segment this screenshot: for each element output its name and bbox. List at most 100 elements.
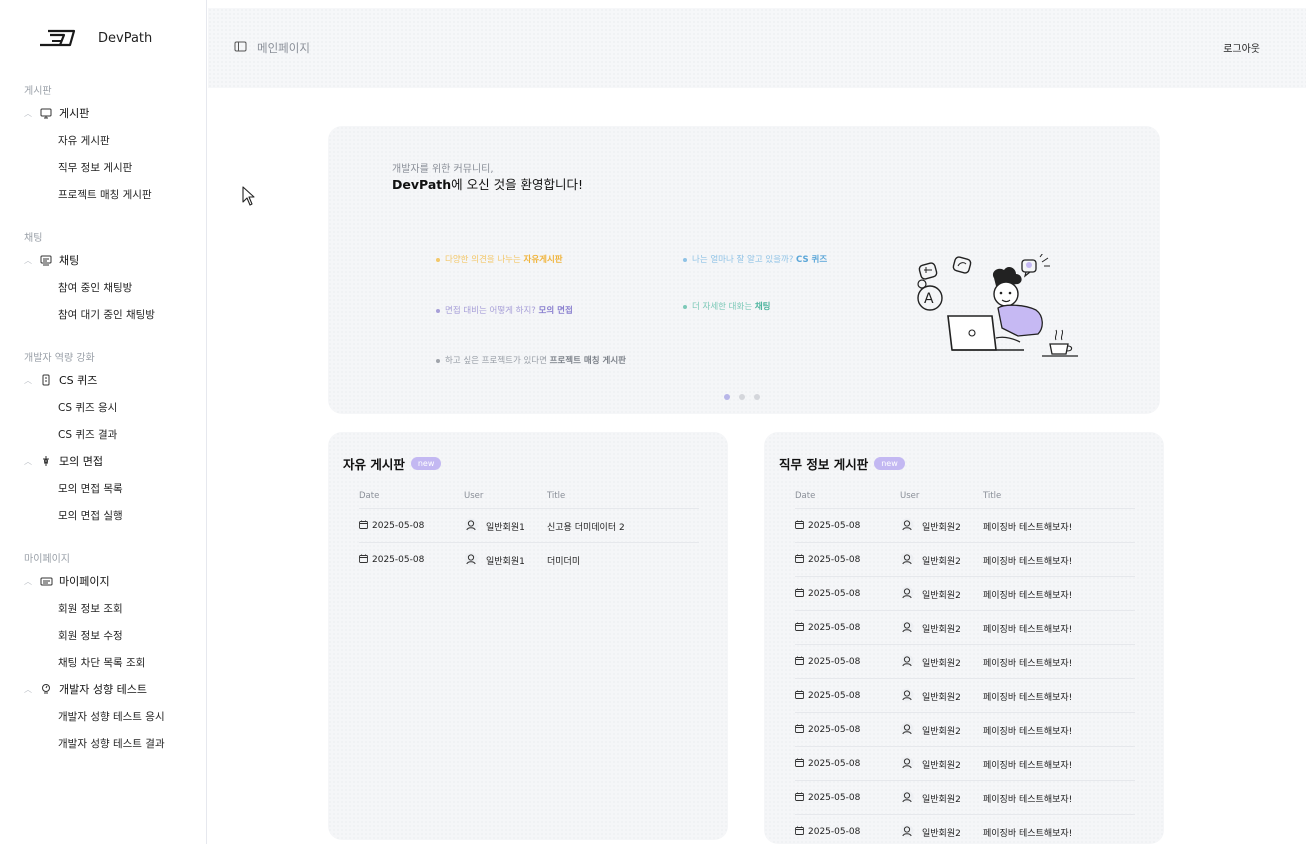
table-row[interactable]: 2025-05-08 일반회원2 페이징바 테스트해보자! <box>795 814 1135 844</box>
row-user: 일반회원2 <box>900 824 961 841</box>
sidebar-item-mock-interview[interactable]: ︿ 모의 면접 <box>24 453 103 469</box>
test-icon <box>40 683 58 695</box>
row-title: 페이징바 테스트해보자! <box>983 656 1072 669</box>
sidebar-item-job-board[interactable]: 직무 정보 게시판 <box>58 160 132 175</box>
profile-card-icon <box>40 576 58 587</box>
hero-link-interview[interactable]: 면접 대비는 어떻게 하지? 모의 면접 <box>436 304 573 316</box>
chevron-up-icon: ︿ <box>24 255 32 265</box>
carousel-dot[interactable] <box>739 394 745 400</box>
hero-link-cs-quiz[interactable]: 나는 얼마나 잘 알고 있을까? CS 퀴즈 <box>683 253 827 265</box>
table-row[interactable]: 2025-05-08 일반회원2 페이징바 테스트해보자! <box>795 576 1135 610</box>
sidebar-item-member-edit[interactable]: 회원 정보 수정 <box>58 628 123 643</box>
row-title-text: 페이징바 테스트해보자! <box>983 625 1073 635</box>
sidebar-item-dev-test-result[interactable]: 개발자 성향 테스트 결과 <box>58 736 165 751</box>
row-title-text: 페이징바 테스트해보자! <box>983 727 1073 737</box>
sidebar-item-dev-test-take[interactable]: 개발자 성향 테스트 응시 <box>58 709 165 724</box>
sidebar-item-mypage[interactable]: ︿ 마이페이지 <box>24 573 110 589</box>
sidebar-item-label: 마이페이지 <box>59 575 110 588</box>
carousel-indicator <box>724 394 760 400</box>
bullet-dot <box>436 257 440 262</box>
sidebar-item-board[interactable]: ︿ 게시판 <box>24 105 89 121</box>
page-title: 메인페이지 <box>234 40 310 56</box>
row-user: 일반회원2 <box>900 722 961 739</box>
chevron-up-icon: ︿ <box>24 684 32 694</box>
sidebar-item-interview-list[interactable]: 모의 면접 목록 <box>58 481 123 496</box>
developer-illustration: A <box>912 252 1082 370</box>
row-user: 일반회원2 <box>900 654 961 671</box>
bullet-dot <box>436 358 440 363</box>
table-row[interactable]: 2025-05-08 일반회원1 신고용 더미데이터 2 <box>359 508 699 542</box>
carousel-dot[interactable] <box>754 394 760 400</box>
sidebar-item-chat[interactable]: ︿ 채팅 <box>24 252 79 268</box>
hero-banner: 개발자를 위한 커뮤니티, DevPath에 오신 것을 환영합니다! 다양한 … <box>328 126 1160 414</box>
calendar-icon <box>795 758 804 770</box>
user-avatar-icon <box>464 552 478 569</box>
row-date-text: 2025-05-08 <box>808 691 861 701</box>
carousel-dot[interactable] <box>724 394 730 400</box>
row-user: 일반회원2 <box>900 756 961 773</box>
hero-link-highlight: CS 퀴즈 <box>796 255 828 265</box>
hero-link-project[interactable]: 하고 싶은 프로젝트가 있다면 프로젝트 매칭 게시판 <box>436 354 626 366</box>
logout-button[interactable]: 로그아웃 <box>1223 40 1260 55</box>
brand[interactable]: DevPath <box>38 28 152 48</box>
sidebar-item-label: 채팅 <box>59 254 80 267</box>
table-row[interactable]: 2025-05-08 일반회원2 페이징바 테스트해보자! <box>795 712 1135 746</box>
sidebar-item-pending-chats[interactable]: 참여 대기 중인 채팅방 <box>58 307 155 322</box>
column-date: Date <box>795 491 816 501</box>
table-row[interactable]: 2025-05-08 일반회원2 페이징바 테스트해보자! <box>795 678 1135 712</box>
hero-title-rest: 에 오신 것을 환영합니다! <box>451 177 584 192</box>
row-user: 일반회원2 <box>900 586 961 603</box>
row-date-text: 2025-05-08 <box>808 725 861 735</box>
calendar-icon <box>795 792 804 804</box>
sidebar-item-interview-run[interactable]: 모의 면접 실행 <box>58 508 123 523</box>
sidebar-item-chat-block-list[interactable]: 채팅 차단 목록 조회 <box>58 655 145 670</box>
table-row[interactable]: 2025-05-08 일반회원2 페이징바 테스트해보자! <box>795 746 1135 780</box>
hero-link-chat[interactable]: 더 자세한 대화는 채팅 <box>683 300 771 312</box>
row-date: 2025-05-08 <box>795 758 860 770</box>
hero-link-highlight: 프로젝트 매칭 게시판 <box>549 356 626 366</box>
row-user-text: 일반회원2 <box>922 557 961 567</box>
row-user-text: 일반회원2 <box>922 761 961 771</box>
sidebar-toggle-icon[interactable] <box>234 41 257 55</box>
bullet-dot <box>436 308 440 313</box>
hero-link-text: 면접 대비는 어떻게 하지? <box>445 306 539 316</box>
row-user-text: 일반회원2 <box>922 659 961 669</box>
sidebar-item-cs-quiz-result[interactable]: CS 퀴즈 결과 <box>58 427 117 442</box>
user-avatar-icon <box>900 518 914 535</box>
calendar-icon <box>795 622 804 634</box>
hero-link-free-board[interactable]: 다양한 의견을 나누는 자유게시판 <box>436 253 563 265</box>
sidebar-item-active-chats[interactable]: 참여 중인 채팅방 <box>58 280 132 295</box>
page-title-text: 메인페이지 <box>257 41 310 55</box>
row-title-text: 신고용 더미데이터 2 <box>547 523 625 533</box>
calendar-icon <box>795 724 804 736</box>
table-row[interactable]: 2025-05-08 일반회원2 페이징바 테스트해보자! <box>795 644 1135 678</box>
table-row[interactable]: 2025-05-08 일반회원2 페이징바 테스트해보자! <box>795 542 1135 576</box>
sidebar-item-free-board[interactable]: 자유 게시판 <box>58 133 110 148</box>
table-row[interactable]: 2025-05-08 일반회원2 페이징바 테스트해보자! <box>795 508 1135 542</box>
sidebar-item-project-board[interactable]: 프로젝트 매칭 게시판 <box>58 187 152 202</box>
hero-title: DevPath에 오신 것을 환영합니다! <box>392 174 583 193</box>
table-row[interactable]: 2025-05-08 일반회원2 페이징바 테스트해보자! <box>795 780 1135 814</box>
row-date: 2025-05-08 <box>359 520 424 532</box>
job-board-card: 직무 정보 게시판 new Date User Title 2025-05-08… <box>764 432 1164 844</box>
monitor-icon <box>40 108 58 119</box>
table-row[interactable]: 2025-05-08 일반회원1 더미더미 <box>359 542 699 576</box>
row-date: 2025-05-08 <box>795 520 860 532</box>
row-date: 2025-05-08 <box>795 656 860 668</box>
user-avatar-icon <box>900 722 914 739</box>
table-row[interactable]: 2025-05-08 일반회원2 페이징바 테스트해보자! <box>795 610 1135 644</box>
hero-title-brand: DevPath <box>392 177 452 192</box>
row-date-text: 2025-05-08 <box>372 555 425 565</box>
row-date-text: 2025-05-08 <box>808 657 861 667</box>
sidebar-item-dev-test[interactable]: ︿ 개발자 성향 테스트 <box>24 681 147 697</box>
sidebar-item-cs-quiz-take[interactable]: CS 퀴즈 응시 <box>58 400 117 415</box>
sidebar-item-cs-quiz[interactable]: ︿ CS 퀴즈 <box>24 372 97 388</box>
chevron-up-icon: ︿ <box>24 576 32 586</box>
row-title: 더미더미 <box>547 554 580 567</box>
row-user-text: 일반회원2 <box>922 625 961 635</box>
free-board-title[interactable]: 자유 게시판 new <box>343 454 442 473</box>
job-board-title[interactable]: 직무 정보 게시판 new <box>779 454 905 473</box>
sidebar-item-member-view[interactable]: 회원 정보 조회 <box>58 601 123 616</box>
row-user-text: 일반회원2 <box>922 727 961 737</box>
interview-icon <box>40 455 58 467</box>
